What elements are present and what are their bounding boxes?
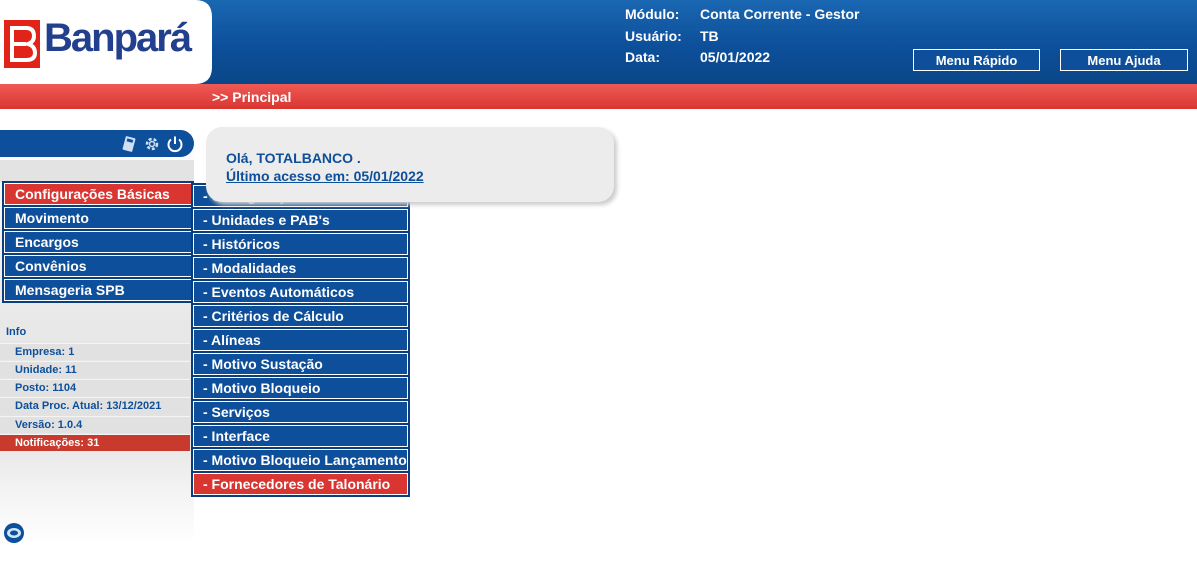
module-label: Módulo: xyxy=(625,6,680,22)
submenu-item-interface[interactable]: - Interface xyxy=(193,425,408,447)
gear-icon[interactable] xyxy=(143,135,161,153)
menu-item-movimento[interactable]: Movimento xyxy=(4,207,192,229)
notifications-link[interactable]: Notificações: 31 xyxy=(0,434,190,451)
menu-item-mensageria-spb[interactable]: Mensageria SPB xyxy=(4,279,192,301)
submenu-item-modalidades[interactable]: - Modalidades xyxy=(193,257,408,279)
info-proc-date: Data Proc. Atual: 13/12/2021 xyxy=(0,397,190,414)
submenu-configuracoes-basicas: - Configurações Globais - Unidades e PAB… xyxy=(191,183,410,497)
submenu-item-historicos[interactable]: - Históricos xyxy=(193,233,408,255)
app-header: Banpará Módulo: Conta Corrente - Gestor … xyxy=(0,0,1197,84)
user-label: Usuário: xyxy=(625,28,682,44)
logo-container: Banpará xyxy=(0,0,212,84)
breadcrumb[interactable]: >> Principal xyxy=(212,89,291,105)
date-value: 05/01/2022 xyxy=(700,49,771,65)
menu-item-convenios[interactable]: Convênios xyxy=(4,255,192,277)
info-post: Posto: 1104 xyxy=(0,379,190,396)
submenu-item-motivo-bloqueio-lancamento[interactable]: - Motivo Bloqueio Lançamento xyxy=(193,449,408,471)
help-menu-button[interactable]: Menu Ajuda xyxy=(1060,49,1188,71)
globe-icon[interactable] xyxy=(3,522,25,544)
submenu-item-eventos-automaticos[interactable]: - Eventos Automáticos xyxy=(193,281,408,303)
submenu-item-motivo-sustacao[interactable]: - Motivo Sustação xyxy=(193,353,408,375)
sidebar-spacer xyxy=(0,160,194,182)
submenu-item-alineas[interactable]: - Alíneas xyxy=(193,329,408,351)
main-menu: Configurações Básicas Movimento Encargos… xyxy=(2,181,194,303)
submenu-item-fornecedores-talonario[interactable]: - Fornecedores de Talonário xyxy=(193,473,408,495)
last-access: Último acesso em: 05/01/2022 xyxy=(226,168,424,184)
welcome-card: Olá, TOTALBANCO . Último acesso em: 05/0… xyxy=(206,127,614,202)
logo-text: Banpará xyxy=(44,16,192,60)
submenu-item-motivo-bloqueio[interactable]: - Motivo Bloqueio xyxy=(193,377,408,399)
menu-item-configuracoes-basicas[interactable]: Configurações Básicas xyxy=(4,183,192,205)
welcome-greeting: Olá, TOTALBANCO . xyxy=(226,150,361,166)
user-value: TB xyxy=(700,28,719,44)
module-value: Conta Corrente - Gestor xyxy=(700,6,860,22)
quick-menu-button[interactable]: Menu Rápido xyxy=(913,49,1040,71)
info-version: Versão: 1.0.4 xyxy=(0,416,190,433)
submenu-item-servicos[interactable]: - Serviços xyxy=(193,401,408,423)
menu-item-encargos[interactable]: Encargos xyxy=(4,231,192,253)
banpara-logo-icon xyxy=(4,20,40,68)
sidebar-toolbar xyxy=(0,130,194,157)
breadcrumb-bar xyxy=(0,84,1197,109)
info-title: Info xyxy=(6,326,27,338)
power-icon[interactable] xyxy=(166,135,184,153)
info-unit: Unidade: 11 xyxy=(0,361,190,378)
submenu-item-criterios-calculo[interactable]: - Critérios de Cálculo xyxy=(193,305,408,327)
calculator-icon[interactable] xyxy=(120,135,138,153)
date-label: Data: xyxy=(625,49,661,65)
submenu-item-unidades-pabs[interactable]: - Unidades e PAB's xyxy=(193,209,408,231)
info-company: Empresa: 1 xyxy=(0,343,190,360)
